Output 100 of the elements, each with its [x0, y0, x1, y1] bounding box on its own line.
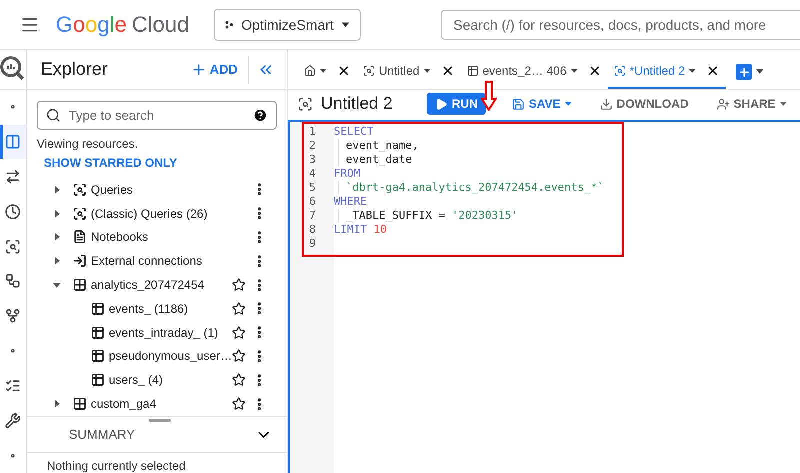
plus-icon	[190, 62, 207, 78]
action-label: DOWNLOAD	[616, 97, 689, 111]
caret-icon[interactable]	[756, 69, 764, 74]
table-icon	[466, 65, 479, 77]
logo-google: Google	[56, 12, 128, 38]
action-label: RUN	[452, 97, 478, 111]
action-label: SHARE	[734, 97, 776, 111]
home-icon	[304, 65, 316, 77]
tab-label: Untitled	[379, 64, 420, 78]
logo[interactable]: Google Cloud	[56, 12, 190, 38]
arrow-icon	[481, 81, 497, 111]
analytics-icon	[5, 238, 21, 255]
star-icon[interactable]	[232, 373, 246, 388]
line-number: 6	[308, 195, 317, 209]
query-icon	[614, 65, 626, 77]
nodes-icon	[5, 308, 21, 324]
caret-icon[interactable]	[320, 69, 327, 73]
share-button[interactable]: SHARE	[708, 93, 795, 115]
query-icon	[73, 206, 87, 221]
summary-text: Nothing currently selected	[27, 452, 287, 473]
expand-caret-icon[interactable]	[53, 281, 61, 290]
caret-icon	[564, 102, 572, 106]
tree-item-label[interactable]: custom_ga4	[91, 397, 232, 412]
star-icon[interactable]	[232, 326, 246, 340]
plus-icon	[738, 66, 751, 78]
star-icon[interactable]	[232, 302, 246, 316]
star-icon[interactable]	[232, 278, 246, 292]
info-text: Viewing resources.	[37, 137, 140, 151]
pipeline-icon	[5, 273, 21, 290]
tree-item-label[interactable]: events_ (1186)	[109, 302, 232, 316]
tree-item-label[interactable]: External connections	[91, 254, 252, 268]
tab-label: *Untitled 2	[630, 64, 686, 78]
line-number: 9	[308, 237, 317, 251]
caret-icon[interactable]	[689, 69, 696, 73]
search-icon	[46, 108, 61, 123]
expand-caret-icon[interactable]	[53, 257, 61, 266]
query-icon	[363, 65, 375, 77]
summary-title[interactable]: SUMMARY	[69, 427, 255, 442]
expand-caret-icon[interactable]	[53, 186, 61, 194]
expand-caret-icon[interactable]	[53, 233, 61, 242]
tree-item-label[interactable]: Notebooks	[91, 230, 252, 244]
download-button[interactable]: DOWNLOAD	[592, 93, 697, 115]
caret-icon	[342, 22, 350, 28]
panel-icon	[5, 134, 21, 150]
table-icon	[91, 349, 105, 364]
dataset-icon	[73, 397, 87, 412]
transfer-icon	[5, 168, 21, 185]
star-icon[interactable]	[232, 349, 246, 364]
clock-icon	[5, 204, 21, 220]
search-field[interactable]: Search (/) for resources, docs, products, and more	[440, 10, 800, 40]
run-button[interactable]: RUN	[427, 93, 486, 115]
query-icon	[73, 182, 87, 197]
download-icon	[600, 98, 613, 110]
logo-cloud: Cloud	[132, 12, 190, 38]
tree-item-label[interactable]: analytics_207472454	[91, 278, 232, 292]
line-number: 7	[308, 209, 317, 223]
tree-item-label[interactable]: (Classic) Queries (26)	[91, 206, 252, 221]
query-title: Untitled 2	[321, 94, 394, 114]
line-number: 3	[308, 153, 317, 167]
wrench-icon	[5, 412, 21, 429]
project-selector[interactable]: OptimizeSmart	[214, 8, 360, 40]
add-button[interactable]: ADD	[180, 56, 249, 84]
code-line: FROM	[334, 167, 362, 181]
tree-item-label[interactable]: users_ (4)	[109, 373, 232, 388]
project-icon	[224, 18, 234, 30]
notebook-icon	[73, 230, 87, 244]
expand-caret-icon[interactable]	[53, 210, 61, 218]
tab-label: events_2… 406	[482, 64, 567, 78]
code-line: WHERE	[334, 195, 368, 209]
caret-icon[interactable]	[424, 69, 431, 73]
panel-nav-item[interactable]	[0, 124, 26, 160]
editor-tab[interactable]: events_2… 406	[460, 55, 608, 89]
run-icon	[435, 98, 448, 110]
line-number: 5	[308, 181, 317, 195]
line-number: 8	[308, 223, 317, 237]
editor-tab[interactable]: Untitled	[357, 55, 461, 89]
query-icon	[298, 96, 313, 112]
tree-item-label[interactable]: pseudonymous_user…	[109, 349, 232, 364]
save-icon	[512, 98, 525, 110]
line-number: 4	[308, 167, 317, 181]
save-button[interactable]: SAVE	[504, 93, 580, 115]
bigquery-logo-icon[interactable]	[0, 56, 26, 82]
caret-icon[interactable]	[570, 69, 578, 73]
list-icon	[5, 378, 21, 394]
tree-item-label[interactable]: events_intraday_ (1)	[109, 326, 232, 340]
code-line: SELECT	[334, 125, 375, 139]
caret-icon	[780, 102, 787, 106]
share-icon	[716, 98, 730, 110]
explorer-search-field[interactable]: Type to search	[37, 101, 277, 130]
close-icon[interactable]	[337, 64, 351, 78]
show-starred-link[interactable]: SHOW STARRED ONLY	[44, 156, 287, 170]
project-name: OptimizeSmart	[241, 16, 334, 32]
new-tab-button[interactable]	[736, 64, 752, 80]
help-icon[interactable]	[253, 108, 268, 123]
table-icon	[91, 302, 105, 316]
drag-handle[interactable]	[149, 419, 171, 422]
expand-caret-icon[interactable]	[53, 400, 61, 408]
tree-item-label[interactable]: Queries	[91, 182, 252, 197]
star-icon[interactable]	[232, 397, 246, 412]
table-icon	[91, 373, 105, 388]
